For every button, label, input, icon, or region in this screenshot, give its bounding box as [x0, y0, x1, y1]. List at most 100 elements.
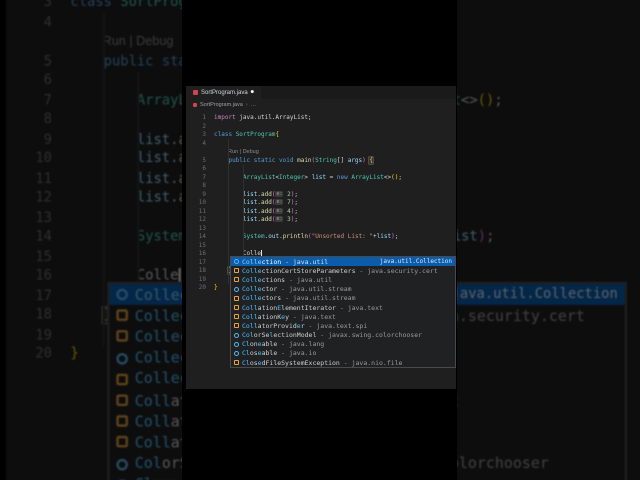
- token: ;: [398, 173, 402, 181]
- suggestion-label-part: ectionModel: [273, 331, 317, 340]
- suggestion-label-part: dFileSystemException: [261, 358, 340, 367]
- line-number: 7: [43, 92, 52, 109]
- code-line[interactable]: 12 list.add(e: 3);: [186, 216, 456, 225]
- code-line[interactable]: 5 public static void main(String[] args)…: [186, 156, 456, 166]
- breadcrumb: SortProgram.java › …: [186, 99, 456, 110]
- chevron-right-icon: ›: [245, 101, 248, 108]
- code-line[interactable]: 14 System.out.println("Unsorted List: "+…: [186, 233, 456, 242]
- suggestion-item[interactable]: Cl on e able - java.lang: [231, 340, 455, 349]
- suggestion-label-part: Coll: [134, 433, 171, 452]
- breadcrumb-file[interactable]: SortProgram.java: [200, 102, 243, 108]
- suggestion-label-part: Colle: [134, 369, 180, 389]
- symbol-class-icon: [116, 415, 128, 428]
- suggestion-label-part: ctions: [261, 275, 286, 284]
- code-editor-area[interactable]: 1 import java.util.ArrayList; 2 3 class Sort…: [186, 110, 456, 389]
- code-line[interactable]: 7 ArrayList<Integer> list = new ArrayLis…: [186, 174, 456, 183]
- token: list: [136, 131, 171, 148]
- token: []: [336, 156, 348, 164]
- suggestion-label-part: Coll: [242, 303, 258, 312]
- code-line[interactable]: 4: [186, 140, 456, 149]
- suggestion-item[interactable]: Coll atorProvid e r - java.text.spi: [231, 321, 455, 330]
- symbol-class-icon: [234, 295, 239, 301]
- line-number: 12: [35, 189, 52, 206]
- code-line[interactable]: 3 class SortProgram{: [186, 131, 456, 140]
- suggestion-item[interactable]: Colle ctors - java.util.stream: [231, 294, 455, 303]
- token: public static void: [228, 156, 298, 164]
- code-line[interactable]: 8: [186, 182, 456, 191]
- code-line[interactable]: 10 list.add(e: 7);: [186, 199, 456, 208]
- tab-sortprogram-java[interactable]: SortProgram.java ●: [186, 86, 261, 99]
- codelens-row[interactable]: Run | Debug: [186, 148, 456, 157]
- line-number: 3: [202, 131, 206, 138]
- code-line[interactable]: 2: [186, 123, 456, 132]
- token: {: [369, 156, 374, 164]
- suggestion-label-part: on: [249, 340, 258, 349]
- code-text: public static void main(String[] args) {: [206, 156, 374, 166]
- code-line[interactable]: 13: [186, 225, 456, 234]
- symbol-class-icon: [234, 323, 239, 329]
- suggestion-item[interactable]: Colle ctionCertStoreParameters - java.sec…: [231, 266, 455, 275]
- suggestion-label-part: ctionCertStoreParameters: [261, 266, 356, 275]
- code-line[interactable]: 1 import java.util.ArrayList;: [186, 114, 456, 123]
- code-line[interactable]: 15: [186, 242, 456, 251]
- suggestion-item[interactable]: Coll ationK e y - java.text: [231, 312, 455, 321]
- code-line[interactable]: 6: [186, 165, 456, 174]
- tab-label: SortProgram.java: [201, 89, 248, 96]
- token: <>: [461, 92, 478, 109]
- suggestion-label-part: Cl: [242, 340, 250, 349]
- suggestion-detail: - java.text.spi: [304, 321, 368, 330]
- line-number: 11: [198, 207, 206, 215]
- line-number: 20: [198, 284, 206, 291]
- token: .: [170, 150, 179, 167]
- symbol-interface-icon: [234, 341, 239, 347]
- code-line[interactable]: 11 list.add(e: 4);: [186, 207, 456, 217]
- symbol-class-icon: [234, 314, 239, 320]
- symbol-class-icon: [234, 360, 239, 366]
- suggestion-label-part: orSe: [253, 331, 270, 340]
- symbol-class-icon: [116, 373, 128, 385]
- suggestion-item[interactable]: Colle ctions - java.util: [231, 275, 455, 284]
- line-number: 9: [43, 131, 52, 148]
- token: >: [304, 173, 312, 181]
- modified-dot-icon[interactable]: ●: [251, 90, 254, 95]
- suggestion-label-part: atorProvid: [257, 321, 297, 330]
- line-number: 8: [202, 182, 206, 189]
- symbol-interface-icon: [116, 457, 128, 470]
- suggestion-label-part: Colle: [134, 306, 180, 325]
- token: list: [136, 170, 171, 187]
- suggestion-label-part: Colle: [134, 348, 180, 368]
- suggestion-item[interactable]: Colle ctor - java.util.stream: [231, 285, 455, 294]
- indent-guide: [243, 165, 244, 267]
- token: ArrayList: [242, 173, 276, 181]
- symbol-class-icon: [234, 268, 239, 274]
- line-number: 15: [198, 241, 206, 249]
- breadcrumb-ellipsis[interactable]: …: [251, 102, 257, 108]
- suggestion-label-part: able: [261, 349, 278, 358]
- token: ;: [294, 207, 298, 215]
- line-number: 4: [202, 139, 206, 147]
- code-text: System.out.println("Unsorted List: "+lis…: [206, 233, 398, 242]
- token: list: [136, 189, 171, 206]
- suggestion-label-part: ction: [261, 257, 282, 266]
- suggestion-item[interactable]: Col orSe l ectionModel - javax.swing.colorc…: [231, 331, 455, 340]
- suggestion-item[interactable]: Coll ation ElementIterator - java.text: [231, 303, 455, 312]
- token: }: [214, 284, 218, 291]
- token: main: [297, 156, 312, 164]
- suggestion-detail: - java.util: [281, 257, 329, 266]
- code-text: list.add(e: 2);: [206, 190, 298, 200]
- suggestion-label-part: Col: [134, 454, 162, 473]
- code-line[interactable]: 9 list.add(e: 2);: [186, 190, 456, 200]
- suggestion-item[interactable]: Cl os e able - java.io: [231, 349, 455, 358]
- suggestion-item[interactable]: Colle ction - java.util java.util.Collecti…: [231, 257, 455, 267]
- line-number: 15: [35, 248, 52, 265]
- code-text: list.add(e: 4);: [206, 207, 298, 217]
- suggestion-item[interactable]: Cl os e dFileSystemException - java.nio.fil…: [231, 358, 455, 367]
